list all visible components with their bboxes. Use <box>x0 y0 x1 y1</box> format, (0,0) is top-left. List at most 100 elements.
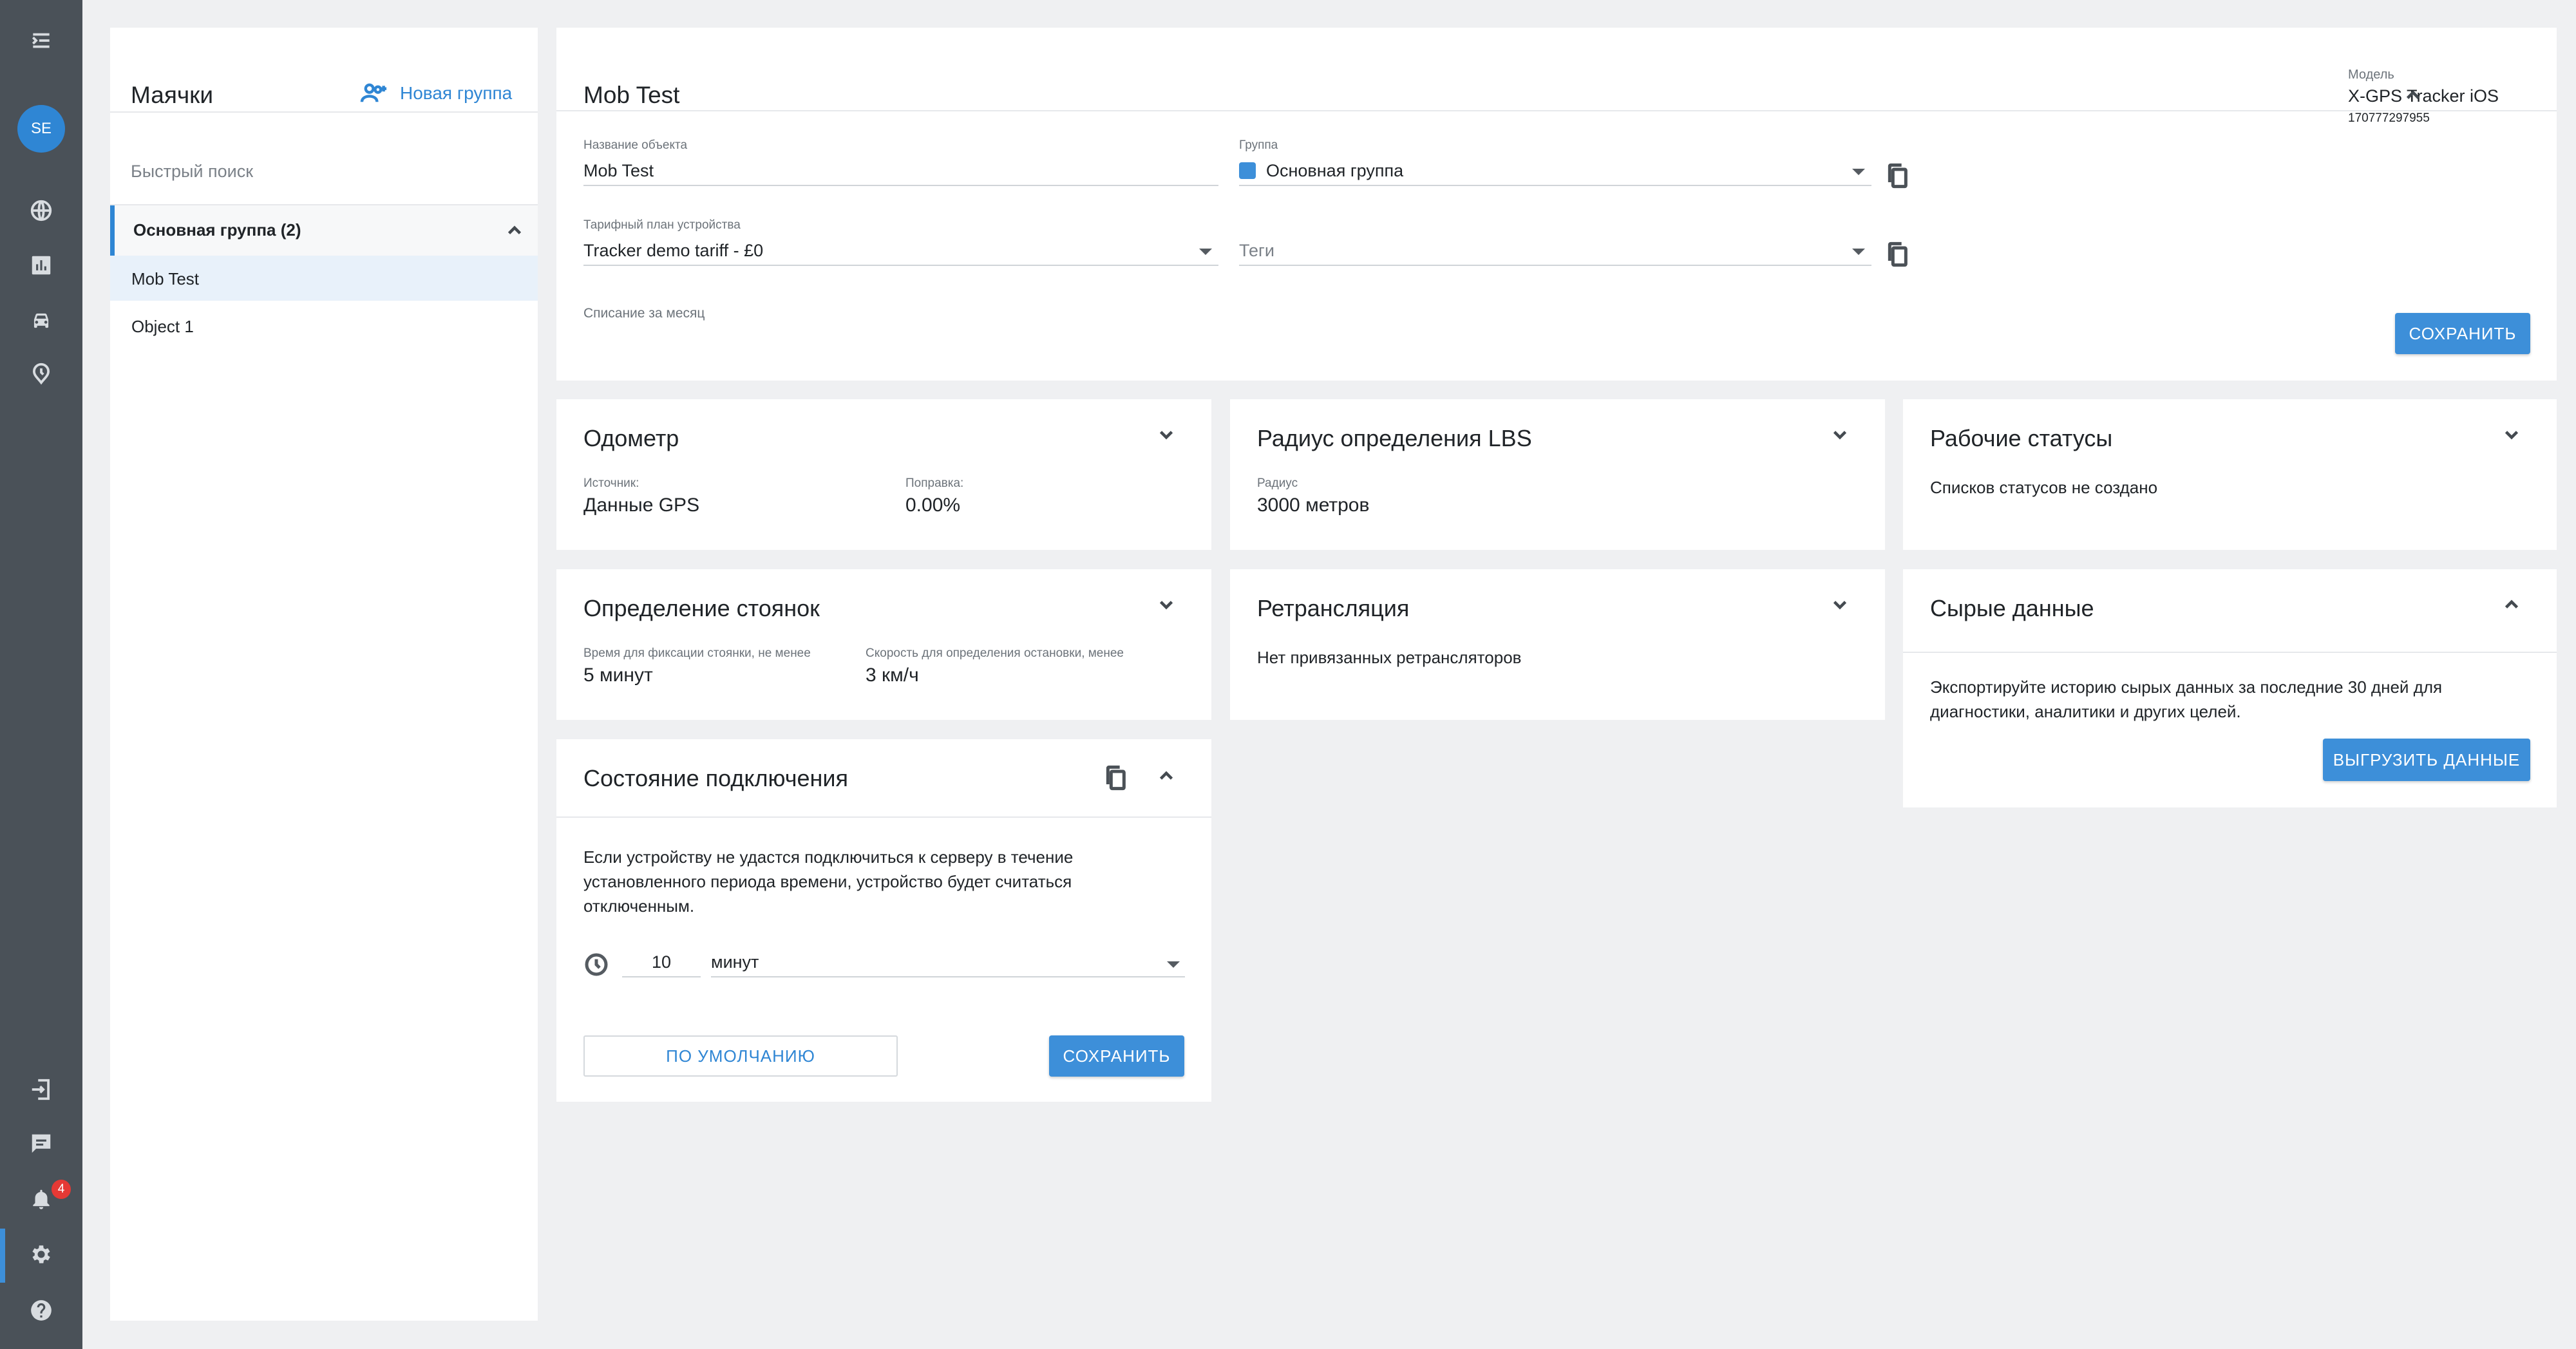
connection-description: Если устройству не удастся подключиться … <box>583 845 1073 918</box>
clock-icon <box>583 952 609 981</box>
list-item[interactable]: Object 1 <box>110 303 538 348</box>
chevron-down-icon[interactable] <box>1829 594 1851 619</box>
tariff-select[interactable]: Тарифный план устройства Tracker demo ta… <box>583 218 1218 266</box>
save-button[interactable]: СОХРАНИТЬ <box>1049 1035 1184 1077</box>
speed-caption: Скорость для определения остановки, мене… <box>866 646 1124 660</box>
odometer-title: Одометр <box>583 425 679 451</box>
work-statuses-empty: Списков статусов не создано <box>1930 478 2158 497</box>
correction-value: 0.00% <box>905 495 961 516</box>
timeout-value[interactable]: 10 <box>622 950 701 976</box>
timeout-input[interactable]: 10 <box>622 950 701 977</box>
chevron-down-icon[interactable] <box>2501 424 2523 449</box>
search-input[interactable] <box>131 154 478 189</box>
lbs-card: Радиус определения LBS Радиус 3000 метро… <box>1230 399 1885 550</box>
chevron-up-icon[interactable] <box>504 220 526 245</box>
new-group-button[interactable]: Новая группа <box>360 82 512 105</box>
chart-icon[interactable] <box>0 246 82 285</box>
name-field[interactable]: Название объекта Mob Test <box>583 138 1218 186</box>
object-card: Mob Test Модель X-GPS Tracker iOS 170777… <box>556 28 2557 381</box>
correction-caption: Поправка: <box>905 476 964 490</box>
odometer-source: Источник: Данные GPS <box>583 476 699 516</box>
list-item[interactable]: Mob Test <box>110 256 538 301</box>
menu-expand-icon[interactable] <box>0 21 82 60</box>
logout-icon[interactable] <box>0 1070 82 1109</box>
description-line: отключенным. <box>583 896 695 916</box>
group-select[interactable]: Группа Основная группа <box>1239 138 1871 186</box>
description-line: диагностики, аналитики и других целей. <box>1930 702 2241 721</box>
speed-value: 3 км/ч <box>866 665 919 686</box>
car-icon[interactable] <box>0 301 82 340</box>
work-statuses-title: Рабочие статусы <box>1930 425 2113 451</box>
tags-placeholder: Теги <box>1239 241 1274 260</box>
notifications-badge: 4 <box>52 1180 71 1199</box>
gear-icon[interactable] <box>0 1235 82 1274</box>
divider <box>1903 652 2557 653</box>
add-group-icon <box>360 83 387 102</box>
beacons-title: Маячки <box>131 82 213 108</box>
name-caption: Название объекта <box>583 138 688 152</box>
dropdown-caret-icon <box>1852 169 1865 175</box>
default-button[interactable]: ПО УМОЛЧАНИЮ <box>583 1035 898 1077</box>
model-caption: Модель <box>2348 68 2394 82</box>
description-line: Экспортируйте историю сырых данных за по… <box>1930 677 2443 697</box>
chevron-down-icon[interactable] <box>1155 424 1177 449</box>
chevron-down-icon[interactable] <box>1155 594 1177 619</box>
avatar-initials: SE <box>30 120 52 137</box>
group-row[interactable]: Основная группа (2) <box>110 205 538 256</box>
beacons-panel: Маячки Новая группа Основная группа (2) … <box>110 28 624 1321</box>
monthly-charge-label: Списание за месяц <box>583 306 705 321</box>
tariff-value: Tracker demo tariff - £0 <box>583 241 764 260</box>
new-group-label: Новая группа <box>400 83 513 103</box>
odometer-card: Одометр Источник: Данные GPS Поправка: 0… <box>556 399 1211 550</box>
raw-data-title: Сырые данные <box>1930 595 2094 621</box>
odometer-correction: Поправка: 0.00% <box>905 476 963 516</box>
time-value: 5 минут <box>583 665 653 686</box>
unit-select[interactable]: минут <box>711 950 1185 977</box>
chevron-up-icon[interactable] <box>2501 594 2523 619</box>
radius-value: 3000 метров <box>1257 495 1370 516</box>
group-color-swatch <box>1239 162 1256 179</box>
dropdown-caret-icon <box>1167 961 1180 968</box>
unit-value: минут <box>711 952 759 972</box>
nav-rail: SE 4 <box>0 0 82 1349</box>
description-line: установленного периода времени, устройст… <box>583 872 1072 891</box>
chat-icon[interactable] <box>0 1124 82 1163</box>
group-value: Основная группа <box>1266 161 1404 180</box>
divider <box>556 110 2557 111</box>
globe-icon[interactable] <box>0 191 82 230</box>
connection-card: Состояние подключения Если устройству не… <box>556 739 1211 1102</box>
parking-title: Определение стоянок <box>583 595 820 621</box>
export-data-button[interactable]: ВЫГРУЗИТЬ ДАННЫЕ <box>2323 739 2530 781</box>
raw-data-card: Сырые данные Экспортируйте историю сырых… <box>1903 569 2557 807</box>
tags-select[interactable]: Теги <box>1239 218 1871 266</box>
copy-icon[interactable] <box>1884 240 1910 272</box>
chevron-up-icon[interactable] <box>1155 765 1177 790</box>
group-label: Основная группа (2) <box>133 220 301 240</box>
divider <box>110 111 538 113</box>
time-caption: Время для фиксации стоянки, не менее <box>583 646 811 660</box>
parking-speed: Скорость для определения остановки, мене… <box>866 646 1124 686</box>
relay-title: Ретрансляция <box>1257 595 1410 621</box>
lbs-title: Радиус определения LBS <box>1257 425 1532 451</box>
model-id: 170777297955 <box>2348 111 2430 125</box>
name-value[interactable]: Mob Test <box>583 159 1218 185</box>
dropdown-caret-icon <box>1852 249 1865 255</box>
chevron-down-icon[interactable] <box>1829 424 1851 449</box>
avatar[interactable]: SE <box>17 105 65 153</box>
list-item-label: Mob Test <box>131 269 200 288</box>
lbs-radius: Радиус 3000 метров <box>1257 476 1369 516</box>
divider <box>556 816 1211 818</box>
work-statuses-card: Рабочие статусы Списков статусов не созд… <box>1903 399 2557 550</box>
parking-time: Время для фиксации стоянки, не менее 5 м… <box>583 646 811 686</box>
raw-data-description: Экспортируйте историю сырых данных за по… <box>1930 675 2442 724</box>
tariff-caption: Тарифный план устройства <box>583 218 741 232</box>
copy-icon[interactable] <box>1884 162 1910 193</box>
relay-card: Ретрансляция Нет привязанных ретранслято… <box>1230 569 1885 720</box>
chevron-up-icon[interactable] <box>2402 84 2424 109</box>
source-value: Данные GPS <box>583 495 700 516</box>
save-button[interactable]: СОХРАНИТЬ <box>2395 313 2530 354</box>
history-clock-icon[interactable] <box>0 354 82 393</box>
copy-icon[interactable] <box>1103 764 1128 795</box>
relay-empty: Нет привязанных ретрансляторов <box>1257 648 1522 667</box>
help-icon[interactable] <box>0 1291 82 1330</box>
